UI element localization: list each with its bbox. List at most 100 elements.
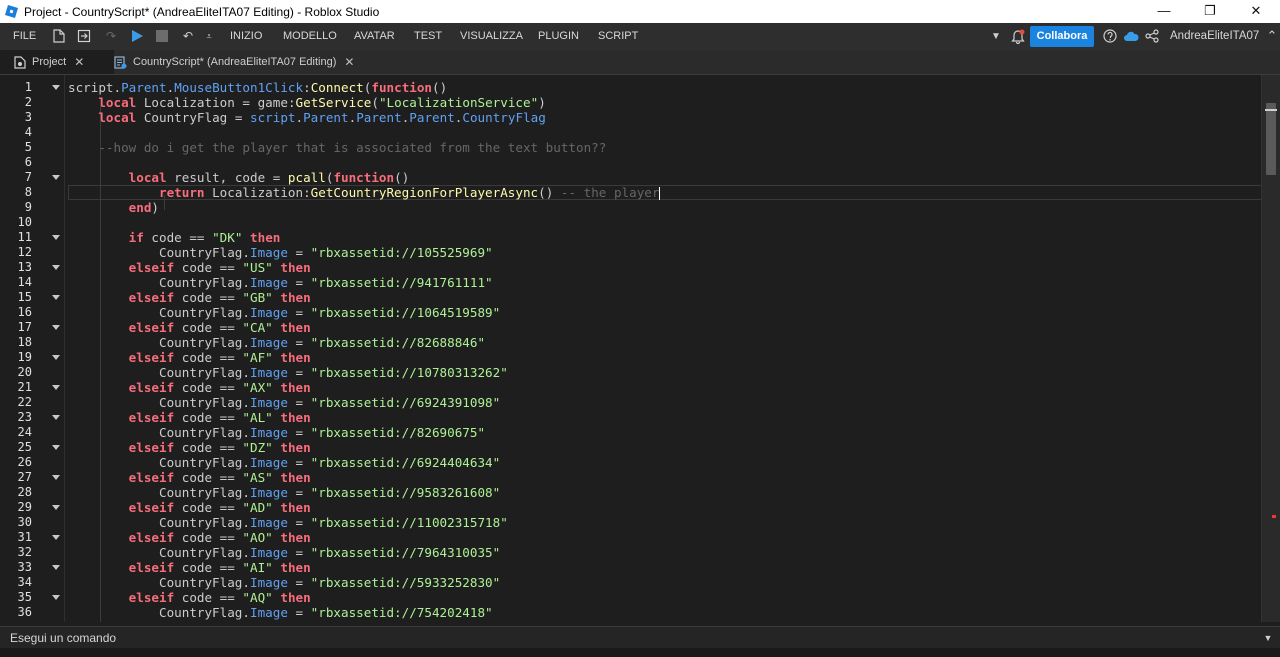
code-line[interactable]: if code == "DK" then bbox=[68, 230, 281, 245]
fold-toggle-icon[interactable] bbox=[52, 175, 60, 180]
tab-project[interactable]: Project ✕ bbox=[0, 50, 114, 74]
code-token: elseif bbox=[128, 470, 175, 485]
fold-toggle-icon[interactable] bbox=[52, 265, 60, 270]
new-file-icon[interactable] bbox=[51, 28, 67, 44]
code-line[interactable]: elseif code == "AX" then bbox=[68, 380, 311, 395]
code-line[interactable]: elseif code == "AI" then bbox=[68, 560, 311, 575]
code-line[interactable]: CountryFlag.Image = "rbxassetid://692440… bbox=[68, 455, 500, 470]
code-line[interactable]: return Localization:GetCountryRegionForP… bbox=[68, 185, 661, 200]
fold-toggle-icon[interactable] bbox=[52, 535, 60, 540]
undo-icon[interactable]: ↶ bbox=[180, 28, 196, 44]
code-token: then bbox=[280, 380, 311, 395]
code-line[interactable]: elseif code == "AF" then bbox=[68, 350, 311, 365]
code-line[interactable]: elseif code == "AS" then bbox=[68, 470, 311, 485]
vertical-scrollbar[interactable] bbox=[1261, 75, 1280, 622]
error-marker bbox=[1272, 515, 1276, 518]
fold-toggle-icon[interactable] bbox=[52, 355, 60, 360]
publish-icon[interactable] bbox=[76, 28, 92, 44]
close-window-button[interactable]: ✕ bbox=[1233, 0, 1279, 23]
code-line[interactable]: CountryFlag.Image = "rbxassetid://106451… bbox=[68, 305, 500, 320]
code-line[interactable]: elseif code == "US" then bbox=[68, 260, 311, 275]
menu-avatar[interactable]: AVATAR bbox=[354, 30, 395, 42]
tab-countryscript[interactable]: CountryScript* (AndreaEliteITA07 Editing… bbox=[104, 50, 354, 74]
fold-toggle-icon[interactable] bbox=[52, 385, 60, 390]
restore-button[interactable]: ❐ bbox=[1187, 0, 1233, 23]
minimize-button[interactable]: — bbox=[1141, 0, 1187, 23]
help-icon[interactable] bbox=[1102, 28, 1118, 44]
fold-toggle-icon[interactable] bbox=[52, 325, 60, 330]
scrollbar-thumb[interactable] bbox=[1266, 103, 1276, 175]
menu-script[interactable]: SCRIPT bbox=[598, 30, 638, 42]
menu-visualizza[interactable]: VISUALIZZA bbox=[460, 30, 523, 42]
play-icon[interactable] bbox=[129, 28, 145, 44]
cloud-icon[interactable] bbox=[1123, 28, 1139, 44]
code-line[interactable]: CountryFlag.Image = "rbxassetid://107803… bbox=[68, 365, 508, 380]
code-line[interactable]: elseif code == "GB" then bbox=[68, 290, 311, 305]
stop-icon[interactable] bbox=[154, 28, 170, 44]
fold-toggle-icon[interactable] bbox=[52, 235, 60, 240]
code-token: code == bbox=[174, 350, 243, 365]
fold-toggle-icon[interactable] bbox=[52, 565, 60, 570]
collaborate-button[interactable]: Collabora bbox=[1030, 26, 1094, 47]
code-token: return bbox=[159, 185, 205, 200]
fold-toggle-icon[interactable] bbox=[52, 415, 60, 420]
code-line[interactable]: CountryFlag.Image = "rbxassetid://105525… bbox=[68, 245, 493, 260]
redo-icon[interactable]: ↷ bbox=[103, 28, 119, 44]
menu-plugin[interactable]: PLUGIN bbox=[538, 30, 579, 42]
code-line[interactable]: local Localization = game:GetService("Lo… bbox=[68, 95, 545, 110]
close-tab-icon[interactable]: ✕ bbox=[344, 55, 354, 69]
code-line[interactable]: CountryFlag.Image = "rbxassetid://796431… bbox=[68, 545, 500, 560]
code-line[interactable]: CountryFlag.Image = "rbxassetid://692439… bbox=[68, 395, 500, 410]
close-tab-icon[interactable]: ✕ bbox=[74, 55, 84, 69]
code-line[interactable]: CountryFlag.Image = "rbxassetid://826888… bbox=[68, 335, 485, 350]
chevron-up-icon[interactable]: ⌃ bbox=[1264, 28, 1280, 44]
code-line[interactable]: local result, code = pcall(function() bbox=[68, 170, 410, 185]
code-line[interactable]: CountryFlag.Image = "rbxassetid://754202… bbox=[68, 605, 493, 620]
menu-inizio[interactable]: INIZIO bbox=[230, 30, 262, 42]
code-line[interactable]: local CountryFlag = script.Parent.Parent… bbox=[68, 110, 545, 125]
code-line[interactable]: elseif code == "AL" then bbox=[68, 410, 311, 425]
code-line[interactable]: CountryFlag.Image = "rbxassetid://593325… bbox=[68, 575, 500, 590]
script-editor[interactable]: 1 2 3 4 5 6 7 8 9 10 11 12 13 14 15 16 17 18 19 20 21 22 23 24 2… bbox=[0, 75, 1280, 622]
fold-toggle-icon[interactable] bbox=[52, 505, 60, 510]
code-area[interactable]: script.Parent.MouseButton1Click:Connect(… bbox=[68, 75, 1262, 622]
code-line[interactable]: elseif code == "AQ" then bbox=[68, 590, 311, 605]
fold-toggle-icon[interactable] bbox=[52, 445, 60, 450]
command-input[interactable] bbox=[0, 627, 1250, 648]
fold-toggle-icon[interactable] bbox=[52, 475, 60, 480]
code-line[interactable]: script.Parent.MouseButton1Click:Connect(… bbox=[68, 80, 447, 95]
code-line[interactable]: elseif code == "AD" then bbox=[68, 500, 311, 515]
code-token: = bbox=[287, 485, 311, 500]
code-token: code == bbox=[174, 440, 243, 455]
line-number: 21 bbox=[17, 380, 32, 394]
code-line[interactable]: --how do i get the player that is associ… bbox=[68, 140, 606, 155]
share-icon[interactable] bbox=[1144, 28, 1160, 44]
code-line[interactable]: CountryFlag.Image = "rbxassetid://826906… bbox=[68, 425, 485, 440]
code-token: MouseButton1Click bbox=[174, 80, 304, 95]
code-token: Image bbox=[249, 455, 288, 470]
chevron-down-icon[interactable]: ▼ bbox=[1260, 630, 1276, 646]
username-label[interactable]: AndreaEliteITA07 bbox=[1170, 30, 1259, 42]
fold-toggle-icon[interactable] bbox=[52, 295, 60, 300]
fold-toggle-icon[interactable] bbox=[52, 595, 60, 600]
code-line[interactable]: CountryFlag.Image = "rbxassetid://941761… bbox=[68, 275, 493, 290]
code-line[interactable]: CountryFlag.Image = "rbxassetid://110023… bbox=[68, 515, 508, 530]
code-token: then bbox=[280, 560, 311, 575]
code-line[interactable]: elseif code == "CA" then bbox=[68, 320, 311, 335]
code-token: "AL" bbox=[242, 410, 273, 425]
notifications-bell-icon[interactable] bbox=[1010, 28, 1026, 44]
chevron-down-icon[interactable]: ▼ bbox=[988, 28, 1004, 44]
menu-file[interactable]: FILE bbox=[13, 30, 36, 42]
code-line[interactable]: end) bbox=[68, 200, 159, 215]
code-token: Image bbox=[249, 605, 288, 620]
code-line[interactable]: CountryFlag.Image = "rbxassetid://958326… bbox=[68, 485, 500, 500]
menu-test[interactable]: TEST bbox=[414, 30, 442, 42]
fold-toggle-icon[interactable] bbox=[52, 85, 60, 90]
code-line[interactable]: elseif code == "DZ" then bbox=[68, 440, 311, 455]
menu-modello[interactable]: MODELLO bbox=[283, 30, 337, 42]
code-line[interactable]: elseif code == "AO" then bbox=[68, 530, 311, 545]
code-token: Parent bbox=[356, 110, 402, 125]
code-token: CountryFlag. bbox=[68, 455, 250, 470]
more-tools-icon[interactable]: ⩡ bbox=[201, 28, 217, 44]
